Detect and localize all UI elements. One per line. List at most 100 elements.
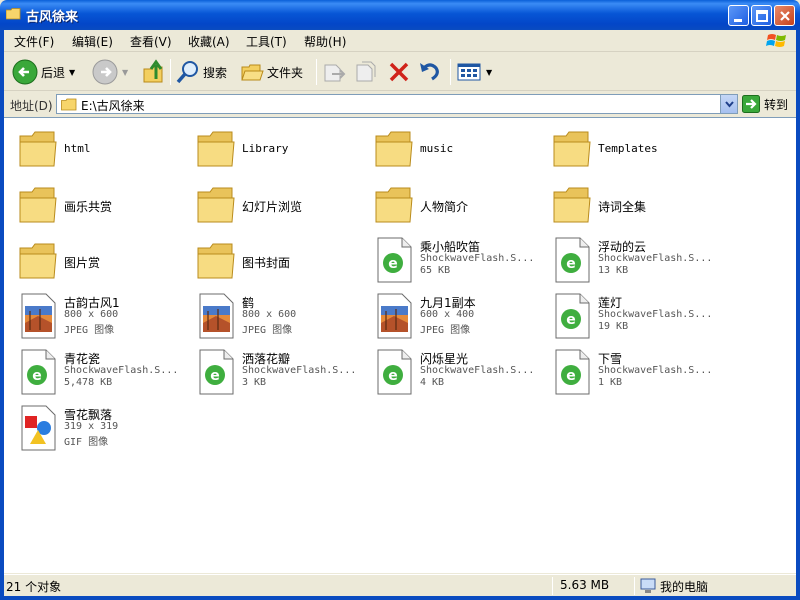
folder-item[interactable]: Templates [542, 120, 720, 176]
folder-item[interactable]: 诗词全集 [542, 176, 720, 232]
item-detail-type: ShockwaveFlash.S... [598, 253, 713, 264]
item-icon [196, 180, 236, 228]
folder-item[interactable]: html [8, 120, 186, 176]
item-detail-size: 3 KB [242, 377, 267, 388]
folder-icon [553, 131, 591, 167]
item-detail-size: JPEG 图像 [64, 325, 115, 336]
menu-favorites[interactable]: 收藏(A) [188, 33, 230, 50]
item-icon [196, 292, 236, 340]
menu-tools[interactable]: 工具(T) [246, 33, 287, 50]
folder-icon [197, 187, 235, 223]
back-button[interactable]: 后退 ▼ [12, 57, 75, 87]
delete-button[interactable] [388, 57, 410, 87]
back-dropdown-icon[interactable]: ▼ [69, 68, 75, 77]
flash-file-icon: e [377, 349, 412, 395]
menu-help[interactable]: 帮助(H) [304, 33, 346, 50]
status-bar: 21 个对象 5.63 MB 我的电脑 [4, 574, 796, 596]
folder-item[interactable]: 图书封面 [186, 232, 364, 288]
go-button[interactable]: 转到 [742, 95, 788, 113]
item-icon [18, 124, 58, 172]
object-count: 21 个对象 [6, 580, 62, 594]
jpeg-image-icon [21, 293, 56, 339]
item-name: 人物简介 [420, 200, 469, 214]
search-button[interactable]: 搜索 [176, 57, 227, 87]
undo-icon [420, 63, 439, 81]
back-arrow-icon [12, 59, 38, 85]
item-detail-type: 319 x 319 [64, 421, 119, 432]
item-detail-size: 1 KB [598, 377, 623, 388]
item-icon [18, 292, 58, 340]
item-detail-size: 19 KB [598, 321, 629, 332]
folders-icon [241, 64, 264, 81]
undo-button[interactable] [418, 57, 442, 87]
search-icon [176, 61, 198, 84]
folder-icon [19, 131, 57, 167]
move-to-button[interactable] [322, 57, 346, 87]
file-item[interactable]: 雪花飘落 319 x 319 GIF 图像 [8, 400, 186, 456]
toolbar-separator [450, 59, 451, 85]
file-item[interactable]: e 莲灯 ShockwaveFlash.S... 19 KB [542, 288, 720, 344]
file-item[interactable]: e 乘小船吹笛 ShockwaveFlash.S... 65 KB [364, 232, 542, 288]
item-detail-size: 65 KB [420, 265, 451, 276]
folder-item[interactable]: 画乐共赏 [8, 176, 186, 232]
item-icon [374, 180, 414, 228]
file-item[interactable]: e 洒落花瓣 ShockwaveFlash.S... 3 KB [186, 344, 364, 400]
forward-button[interactable]: ▼ [92, 57, 128, 87]
item-icon [18, 404, 58, 452]
item-icon: e [374, 236, 414, 284]
item-detail-size: GIF 图像 [64, 437, 109, 448]
menu-file[interactable]: 文件(F) [14, 33, 54, 50]
maximize-button[interactable] [751, 5, 772, 26]
title-bar[interactable]: 古风徐来 [0, 0, 800, 30]
views-button[interactable]: ▼ [456, 57, 492, 87]
address-label: 地址(D) [10, 99, 53, 113]
views-dropdown-icon[interactable]: ▼ [486, 68, 492, 77]
item-detail-type: ShockwaveFlash.S... [420, 253, 535, 264]
folder-icon [19, 187, 57, 223]
file-item[interactable]: 九月1副本 600 x 400 JPEG 图像 [364, 288, 542, 344]
folder-item[interactable]: 幻灯片浏览 [186, 176, 364, 232]
item-detail-type: ShockwaveFlash.S... [242, 365, 357, 376]
svg-text:e: e [32, 368, 42, 384]
menu-view[interactable]: 查看(V) [130, 33, 172, 50]
minimize-button[interactable] [728, 5, 749, 26]
item-icon: e [374, 348, 414, 396]
chevron-down-icon [725, 101, 734, 108]
folder-item[interactable]: 人物简介 [364, 176, 542, 232]
close-button[interactable] [774, 5, 795, 26]
item-name: 画乐共赏 [64, 200, 113, 214]
item-icon [196, 236, 236, 284]
svg-text:e: e [210, 368, 220, 384]
toolbar-separator [316, 59, 317, 85]
file-item[interactable]: e 下雪 ShockwaveFlash.S... 1 KB [542, 344, 720, 400]
svg-text:e: e [388, 256, 398, 272]
copy-to-button[interactable] [354, 57, 378, 87]
address-dropdown-button[interactable] [720, 95, 737, 113]
item-detail-size: JPEG 图像 [420, 325, 471, 336]
file-item[interactable]: e 闪烁星光 ShockwaveFlash.S... 4 KB [364, 344, 542, 400]
item-icon: e [552, 348, 592, 396]
item-name: 诗词全集 [598, 200, 647, 214]
item-icon [374, 292, 414, 340]
item-detail-size: 13 KB [598, 265, 629, 276]
up-button[interactable] [142, 57, 166, 87]
file-item[interactable]: 鹤 800 x 600 JPEG 图像 [186, 288, 364, 344]
file-item[interactable]: e 浮动的云 ShockwaveFlash.S... 13 KB [542, 232, 720, 288]
file-item[interactable]: e 青花瓷 ShockwaveFlash.S... 5,478 KB [8, 344, 186, 400]
forward-dropdown-icon[interactable]: ▼ [122, 68, 128, 77]
folder-item[interactable]: Library [186, 120, 364, 176]
item-detail-type: 800 x 600 [242, 309, 297, 320]
item-icon: e [18, 348, 58, 396]
address-input[interactable]: E:\古风徐来 [56, 94, 738, 114]
menu-edit[interactable]: 编辑(E) [72, 33, 113, 50]
item-name: music [420, 142, 454, 155]
folder-item[interactable]: music [364, 120, 542, 176]
file-item[interactable]: 古韵古风1 800 x 600 JPEG 图像 [8, 288, 186, 344]
folders-button[interactable]: 文件夹 [240, 57, 303, 87]
folder-item[interactable]: 图片赏 [8, 232, 186, 288]
address-bar: 地址(D) E:\古风徐来 转到 [4, 92, 796, 116]
status-divider [552, 577, 553, 595]
copy-to-icon [356, 61, 376, 82]
file-list-pane[interactable]: html Library music Templates 画乐共赏 幻灯片浏览 人物简介 诗词… [4, 117, 796, 573]
svg-text:e: e [388, 368, 398, 384]
